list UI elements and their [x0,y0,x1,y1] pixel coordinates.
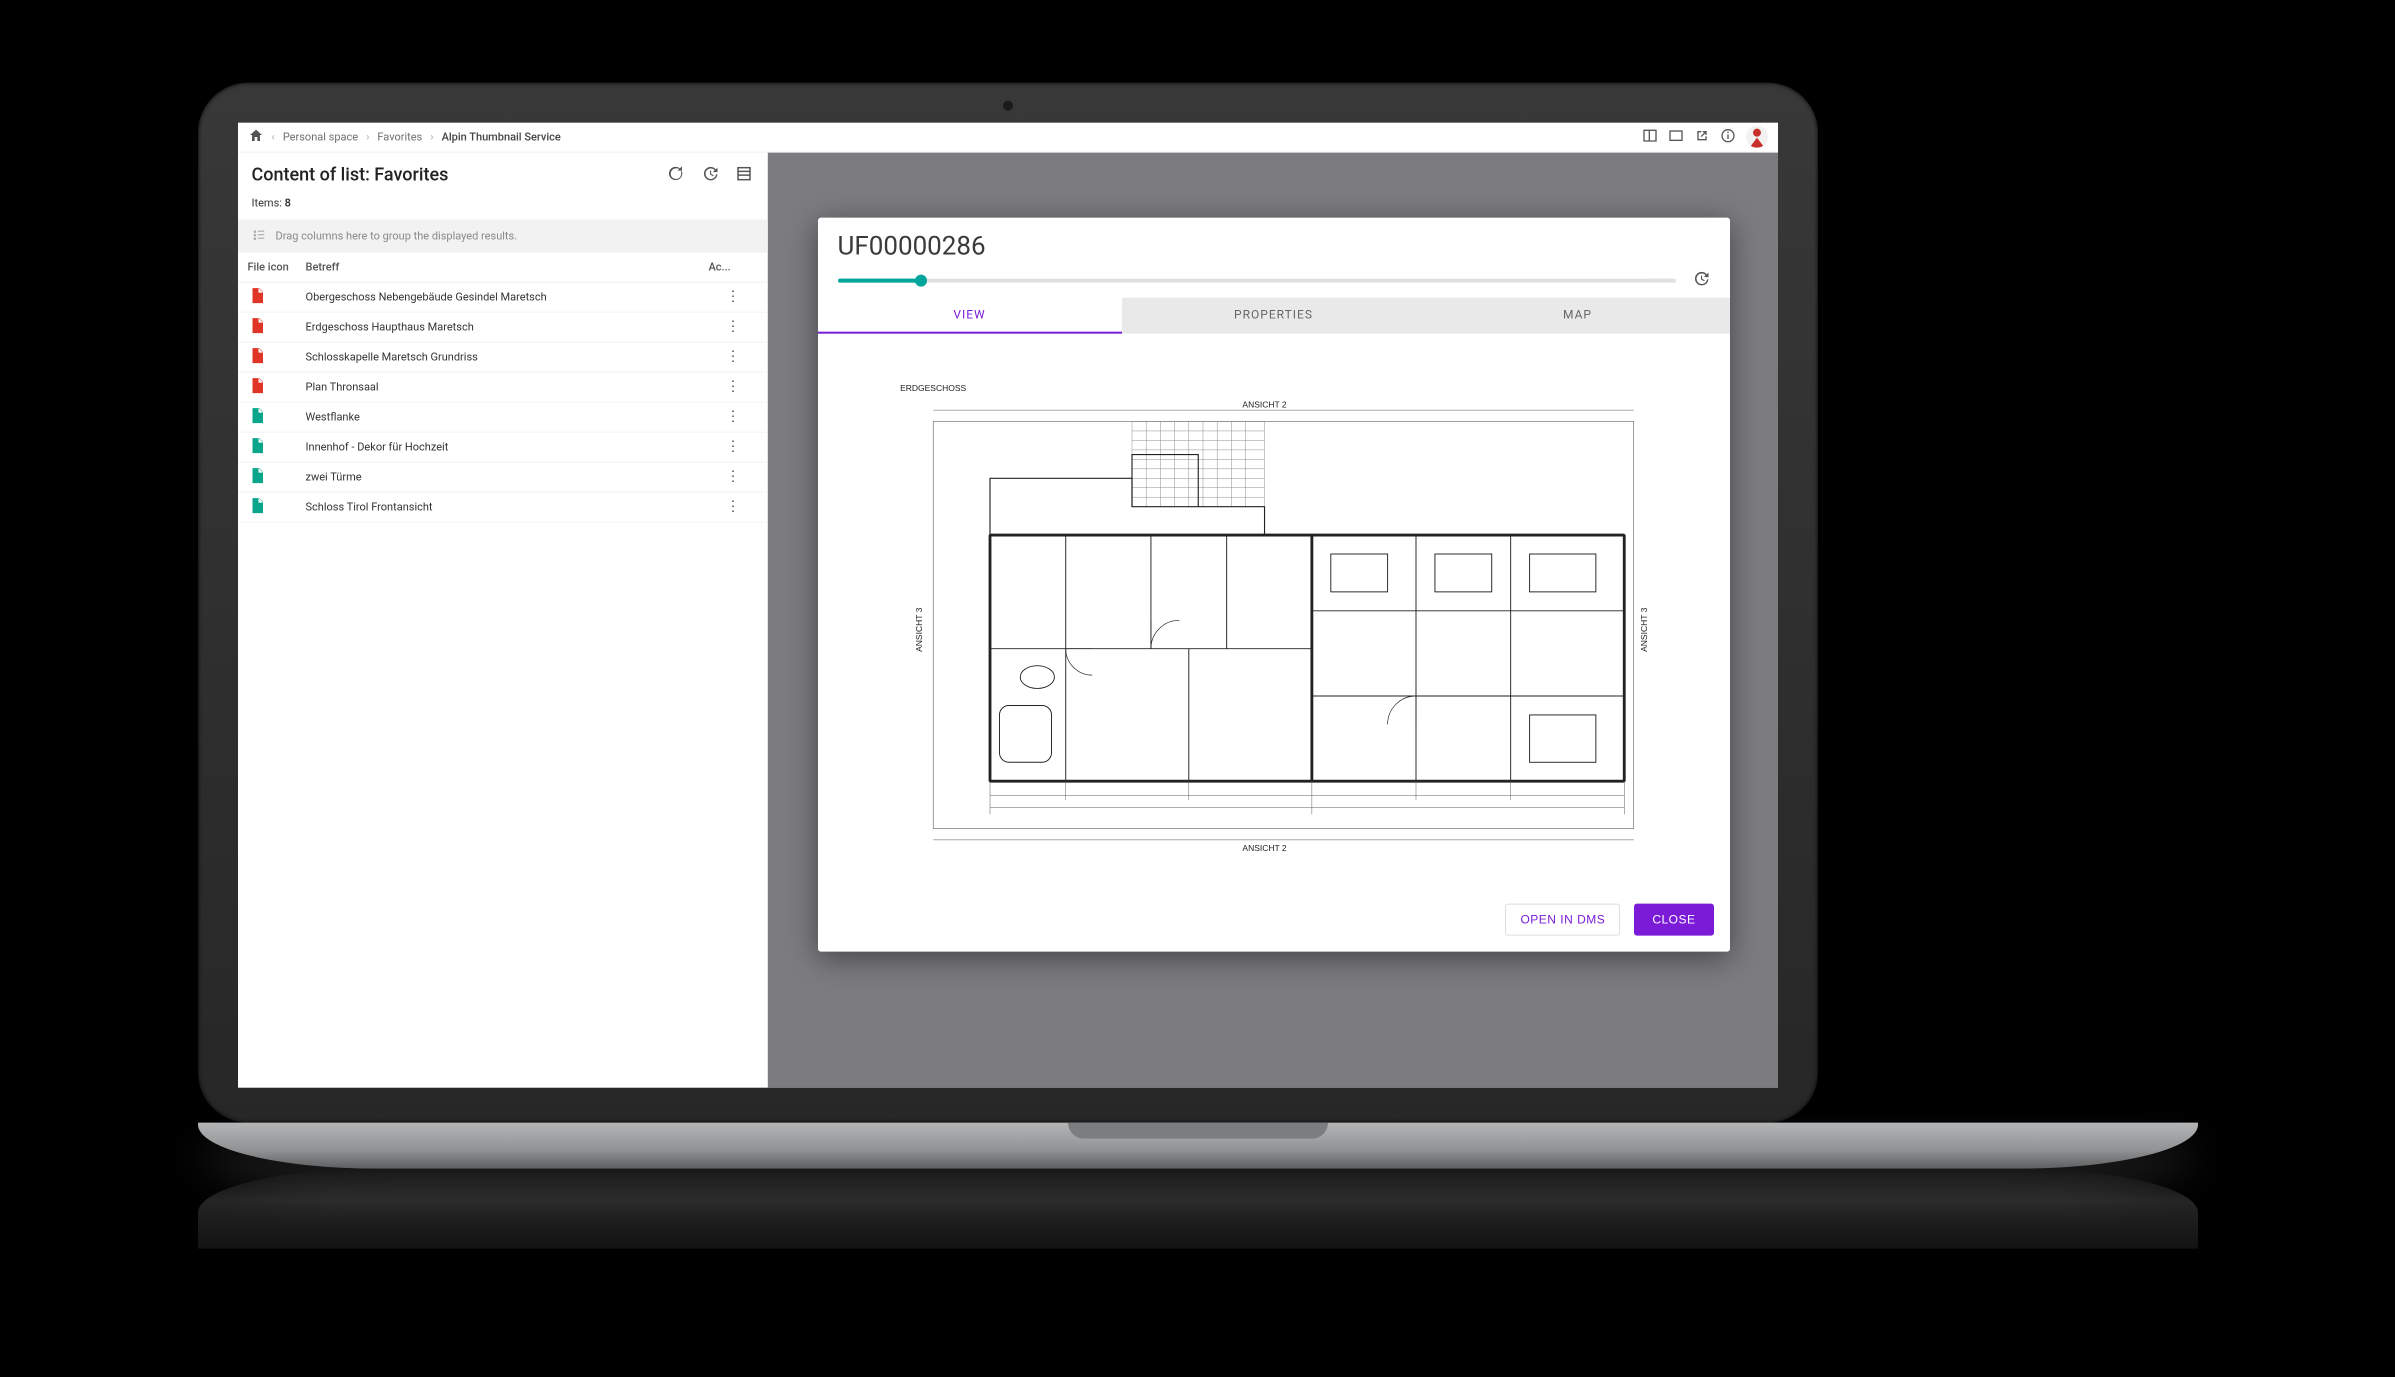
row-subject: Plan Thronsaal [306,380,709,393]
info-icon[interactable] [1720,127,1736,146]
table-row[interactable]: Obergeschoss Nebengebäude Gesindel Maret… [238,282,767,312]
svg-text:ANSICHT 3: ANSICHT 3 [1638,607,1648,652]
list-panel: Content of list: Favorites Items: 8 Drag… [238,152,768,1087]
pdf-file-icon [248,376,306,397]
row-actions-menu[interactable]: ⋮ [709,289,757,305]
document-file-icon [248,496,306,517]
drawing-preview: ERDGESCHOSS ANSICHT 2 ANSICHT 2 ANSICHT … [818,333,1730,893]
row-actions-menu[interactable]: ⋮ [709,409,757,425]
group-icon [252,227,266,244]
page-title: Content of list: Favorites [252,165,667,186]
breadcrumb: ‹ Personal space › Favorites › Alpin Thu… [248,127,1632,146]
table-row[interactable]: Schloss Tirol Frontansicht⋮ [238,492,767,522]
history-icon[interactable] [701,164,719,186]
group-drop-zone[interactable]: Drag columns here to group the displayed… [238,219,767,252]
crumb-favorites[interactable]: Favorites [377,130,422,143]
row-subject: Obergeschoss Nebengebäude Gesindel Maret… [306,290,709,303]
chevron-left-icon[interactable]: ‹ [272,130,275,143]
col-subject[interactable]: Betreff [306,260,709,273]
popout-icon[interactable] [1694,127,1710,146]
open-in-dms-button[interactable]: OPEN IN DMS [1505,903,1620,935]
table-row[interactable]: Westflanke⋮ [238,402,767,432]
row-subject: Schloss Tirol Frontansicht [306,500,709,513]
svg-text:ANSICHT 3: ANSICHT 3 [913,607,923,652]
tab-view[interactable]: VIEW [818,297,1122,333]
layout-single-icon[interactable] [1668,127,1684,146]
avatar[interactable] [1746,126,1768,148]
document-file-icon [248,406,306,427]
tab-map[interactable]: MAP [1426,297,1730,333]
document-file-icon [248,436,306,457]
row-actions-menu[interactable]: ⋮ [709,349,757,365]
table-header: File icon Betreff Ac... [238,252,767,282]
table-row[interactable]: Innenhof - Dekor für Hochzeit⋮ [238,432,767,462]
modal-title: UF00000286 [818,217,1730,269]
row-subject: Westflanke [306,410,709,423]
table-row[interactable]: Erdgeschoss Haupthaus Maretsch⋮ [238,312,767,342]
row-actions-menu[interactable]: ⋮ [709,439,757,455]
svg-text:ANSICHT 2: ANSICHT 2 [1242,399,1287,409]
pdf-file-icon [248,316,306,337]
columns-icon[interactable] [735,164,753,186]
pdf-file-icon [248,286,306,307]
table-row[interactable]: zwei Türme⋮ [238,462,767,492]
items-count: Items: 8 [238,192,767,219]
row-actions-menu[interactable]: ⋮ [709,379,757,395]
table-row[interactable]: Schlosskapelle Maretsch Grundriss⋮ [238,342,767,372]
tab-properties[interactable]: PROPERTIES [1122,297,1426,333]
row-actions-menu[interactable]: ⋮ [709,319,757,335]
document-file-icon [248,466,306,487]
col-file-icon[interactable]: File icon [248,260,306,273]
svg-text:ERDGESCHOSS: ERDGESCHOSS [900,383,966,393]
svg-text:ANSICHT 2: ANSICHT 2 [1242,843,1287,853]
version-slider[interactable] [838,278,1676,282]
row-subject: Innenhof - Dekor für Hochzeit [306,440,709,453]
row-subject: Schlosskapelle Maretsch Grundriss [306,350,709,363]
history-icon[interactable] [1692,269,1710,291]
row-actions-menu[interactable]: ⋮ [709,469,757,485]
refresh-icon[interactable] [667,164,685,186]
close-button[interactable]: CLOSE [1634,903,1713,935]
crumb-personal-space[interactable]: Personal space [283,130,358,143]
crumb-current: Alpin Thumbnail Service [442,130,561,143]
content-backdrop: UF00000286 VIEW PROPERTIES MAP [768,152,1778,1087]
row-actions-menu[interactable]: ⋮ [709,499,757,515]
row-subject: Erdgeschoss Haupthaus Maretsch [306,320,709,333]
preview-modal: UF00000286 VIEW PROPERTIES MAP [818,217,1730,951]
row-subject: zwei Türme [306,470,709,483]
layout-split-icon[interactable] [1642,127,1658,146]
col-actions[interactable]: Ac... [709,260,757,273]
table-row[interactable]: Plan Thronsaal⋮ [238,372,767,402]
home-icon[interactable] [248,127,264,146]
pdf-file-icon [248,346,306,367]
